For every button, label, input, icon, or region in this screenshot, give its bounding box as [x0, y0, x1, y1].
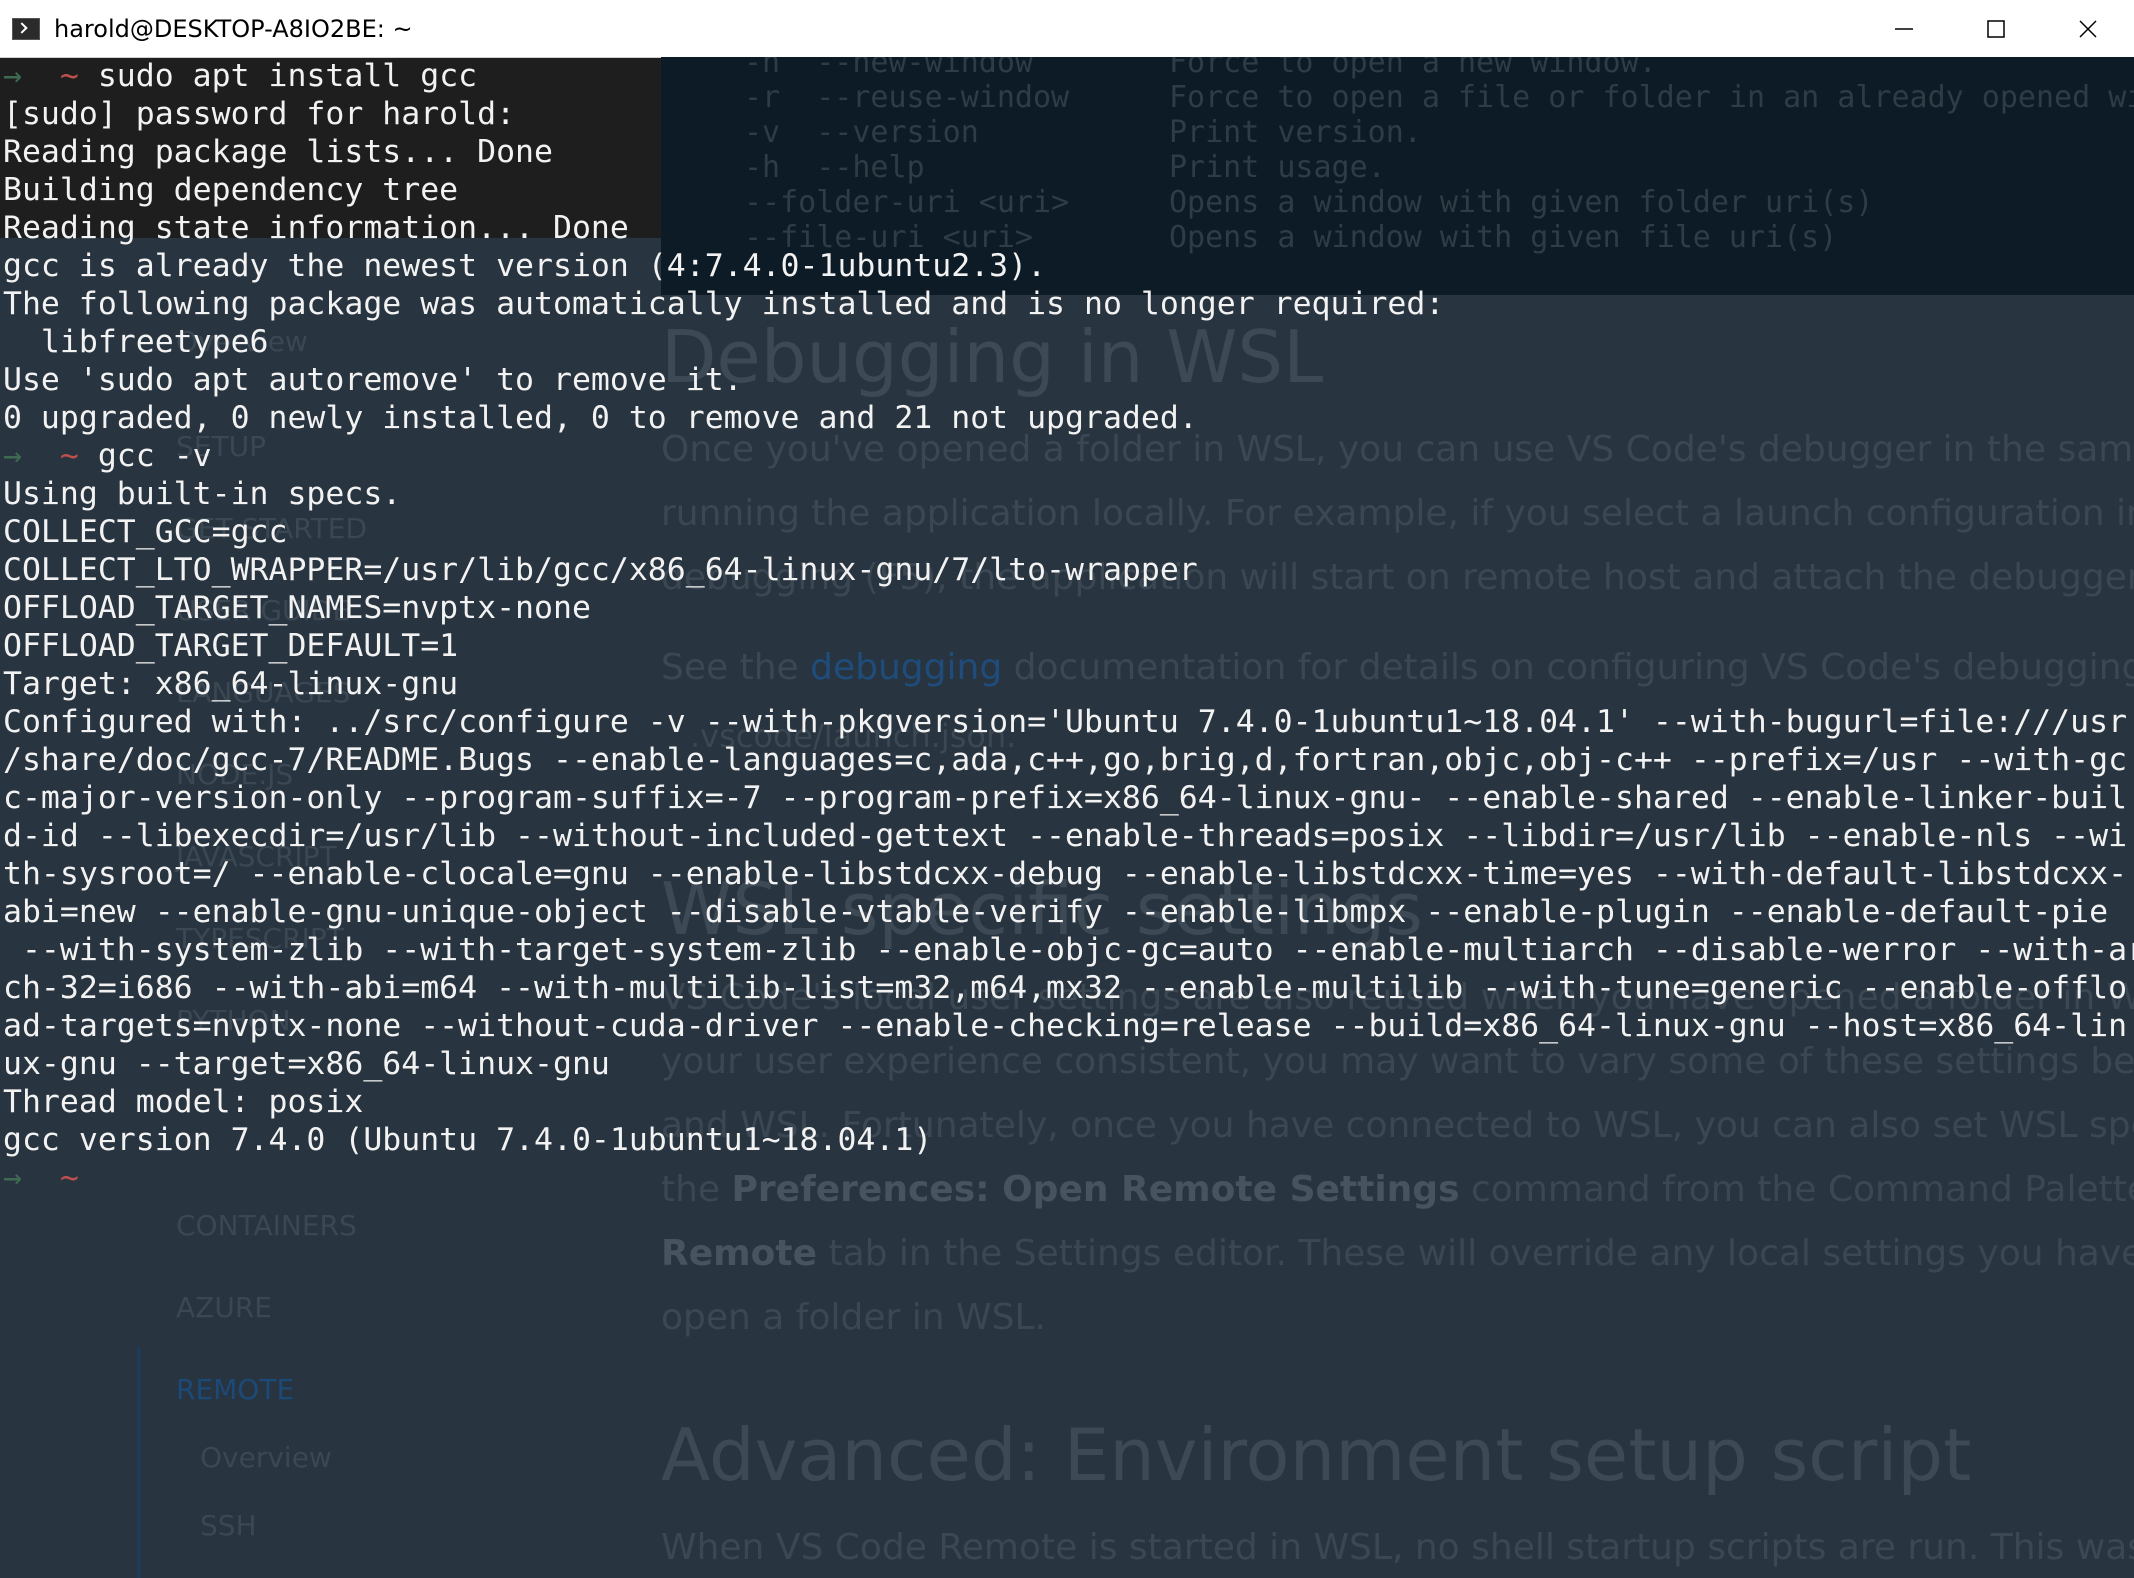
terminal-output-line: ad-targets=nvptx-none --without-cuda-dri… — [3, 1008, 2128, 1044]
terminal-command: sudo apt install gcc — [78, 58, 478, 94]
terminal-output-line: /share/doc/gcc-7/README.Bugs --enable-la… — [3, 742, 2128, 778]
maximize-icon — [1987, 19, 2005, 38]
terminal-output-line: Building dependency tree — [3, 172, 459, 208]
terminal-output-line: COLLECT_LTO_WRAPPER=/usr/lib/gcc/x86_64-… — [3, 552, 1198, 588]
terminal-output-line: Configured with: ../src/configure -v --w… — [3, 704, 2128, 740]
prompt-directory: ~ — [59, 1160, 79, 1196]
terminal-output-line: COLLECT_GCC=gcc — [3, 514, 288, 550]
terminal-output-line: d-id --libexecdir=/usr/lib --without-inc… — [3, 818, 2128, 854]
minimize-icon — [1895, 27, 1913, 30]
minimize-button[interactable] — [1858, 0, 1950, 57]
terminal-output-line: gcc version 7.4.0 (Ubuntu 7.4.0-1ubuntu1… — [3, 1122, 933, 1158]
terminal-output-line: OFFLOAD_TARGET_DEFAULT=1 — [3, 628, 459, 664]
terminal-output-line: The following package was automatically … — [3, 286, 1445, 322]
prompt-arrow-icon: → — [3, 1160, 22, 1196]
terminal-output-line: Reading package lists... Done — [3, 134, 553, 170]
prompt-arrow-icon: → — [3, 58, 22, 94]
terminal-prompt-line: → ~ sudo apt install gcc — [3, 57, 2134, 95]
terminal-output[interactable]: → ~ sudo apt install gcc [sudo] password … — [0, 57, 2134, 1578]
prompt-directory: ~ — [59, 438, 79, 474]
terminal-output-line: libfreetype6 — [3, 324, 269, 360]
terminal-output-line: th-sysroot=/ --enable-clocale=gnu --enab… — [3, 856, 2128, 892]
terminal-command: gcc -v — [78, 438, 212, 474]
terminal-output-line: Target: x86_64-linux-gnu — [3, 666, 459, 702]
terminal-output-line: ch-32=i686 --with-abi=m64 --with-multili… — [3, 970, 2128, 1006]
terminal-output-line: Use 'sudo apt autoremove' to remove it. — [3, 362, 743, 398]
terminal-output-line: OFFLOAD_TARGET_NAMES=nvptx-none — [3, 590, 591, 626]
terminal-output-line: Thread model: posix — [3, 1084, 364, 1120]
terminal-prompt-line: → ~ gcc -v — [3, 437, 2134, 475]
terminal-output-line: c-major-version-only --program-suffix=-7… — [3, 780, 2128, 816]
terminal-output-line: [sudo] password for harold: — [3, 96, 516, 132]
terminal-output-line: abi=new --enable-gnu-unique-object --dis… — [3, 894, 2109, 930]
terminal-prompt-line: → ~ — [3, 1159, 2134, 1197]
terminal-output-line: 0 upgraded, 0 newly installed, 0 to remo… — [3, 400, 1198, 436]
maximize-button[interactable] — [1950, 0, 2042, 57]
terminal-output-line: --with-system-zlib --with-target-system-… — [3, 932, 2134, 968]
prompt-arrow-icon: → — [3, 438, 22, 474]
terminal-output-line: Using built-in specs. — [3, 476, 402, 512]
close-icon — [2079, 19, 2097, 38]
window-title: harold@DESKTOP-A8IO2BE: ~ — [54, 14, 413, 43]
terminal-output-line: gcc is already the newest version (4:7.4… — [3, 248, 1047, 284]
terminal-app-icon — [12, 17, 40, 40]
terminal-output-line: ux-gnu --target=x86_64-linux-gnu — [3, 1046, 610, 1082]
prompt-directory: ~ — [59, 58, 79, 94]
close-button[interactable] — [2042, 0, 2134, 57]
window-controls — [1858, 0, 2134, 57]
terminal-output-line: Reading state information... Done — [3, 210, 629, 246]
window-titlebar[interactable]: harold@DESKTOP-A8IO2BE: ~ — [0, 0, 2134, 58]
